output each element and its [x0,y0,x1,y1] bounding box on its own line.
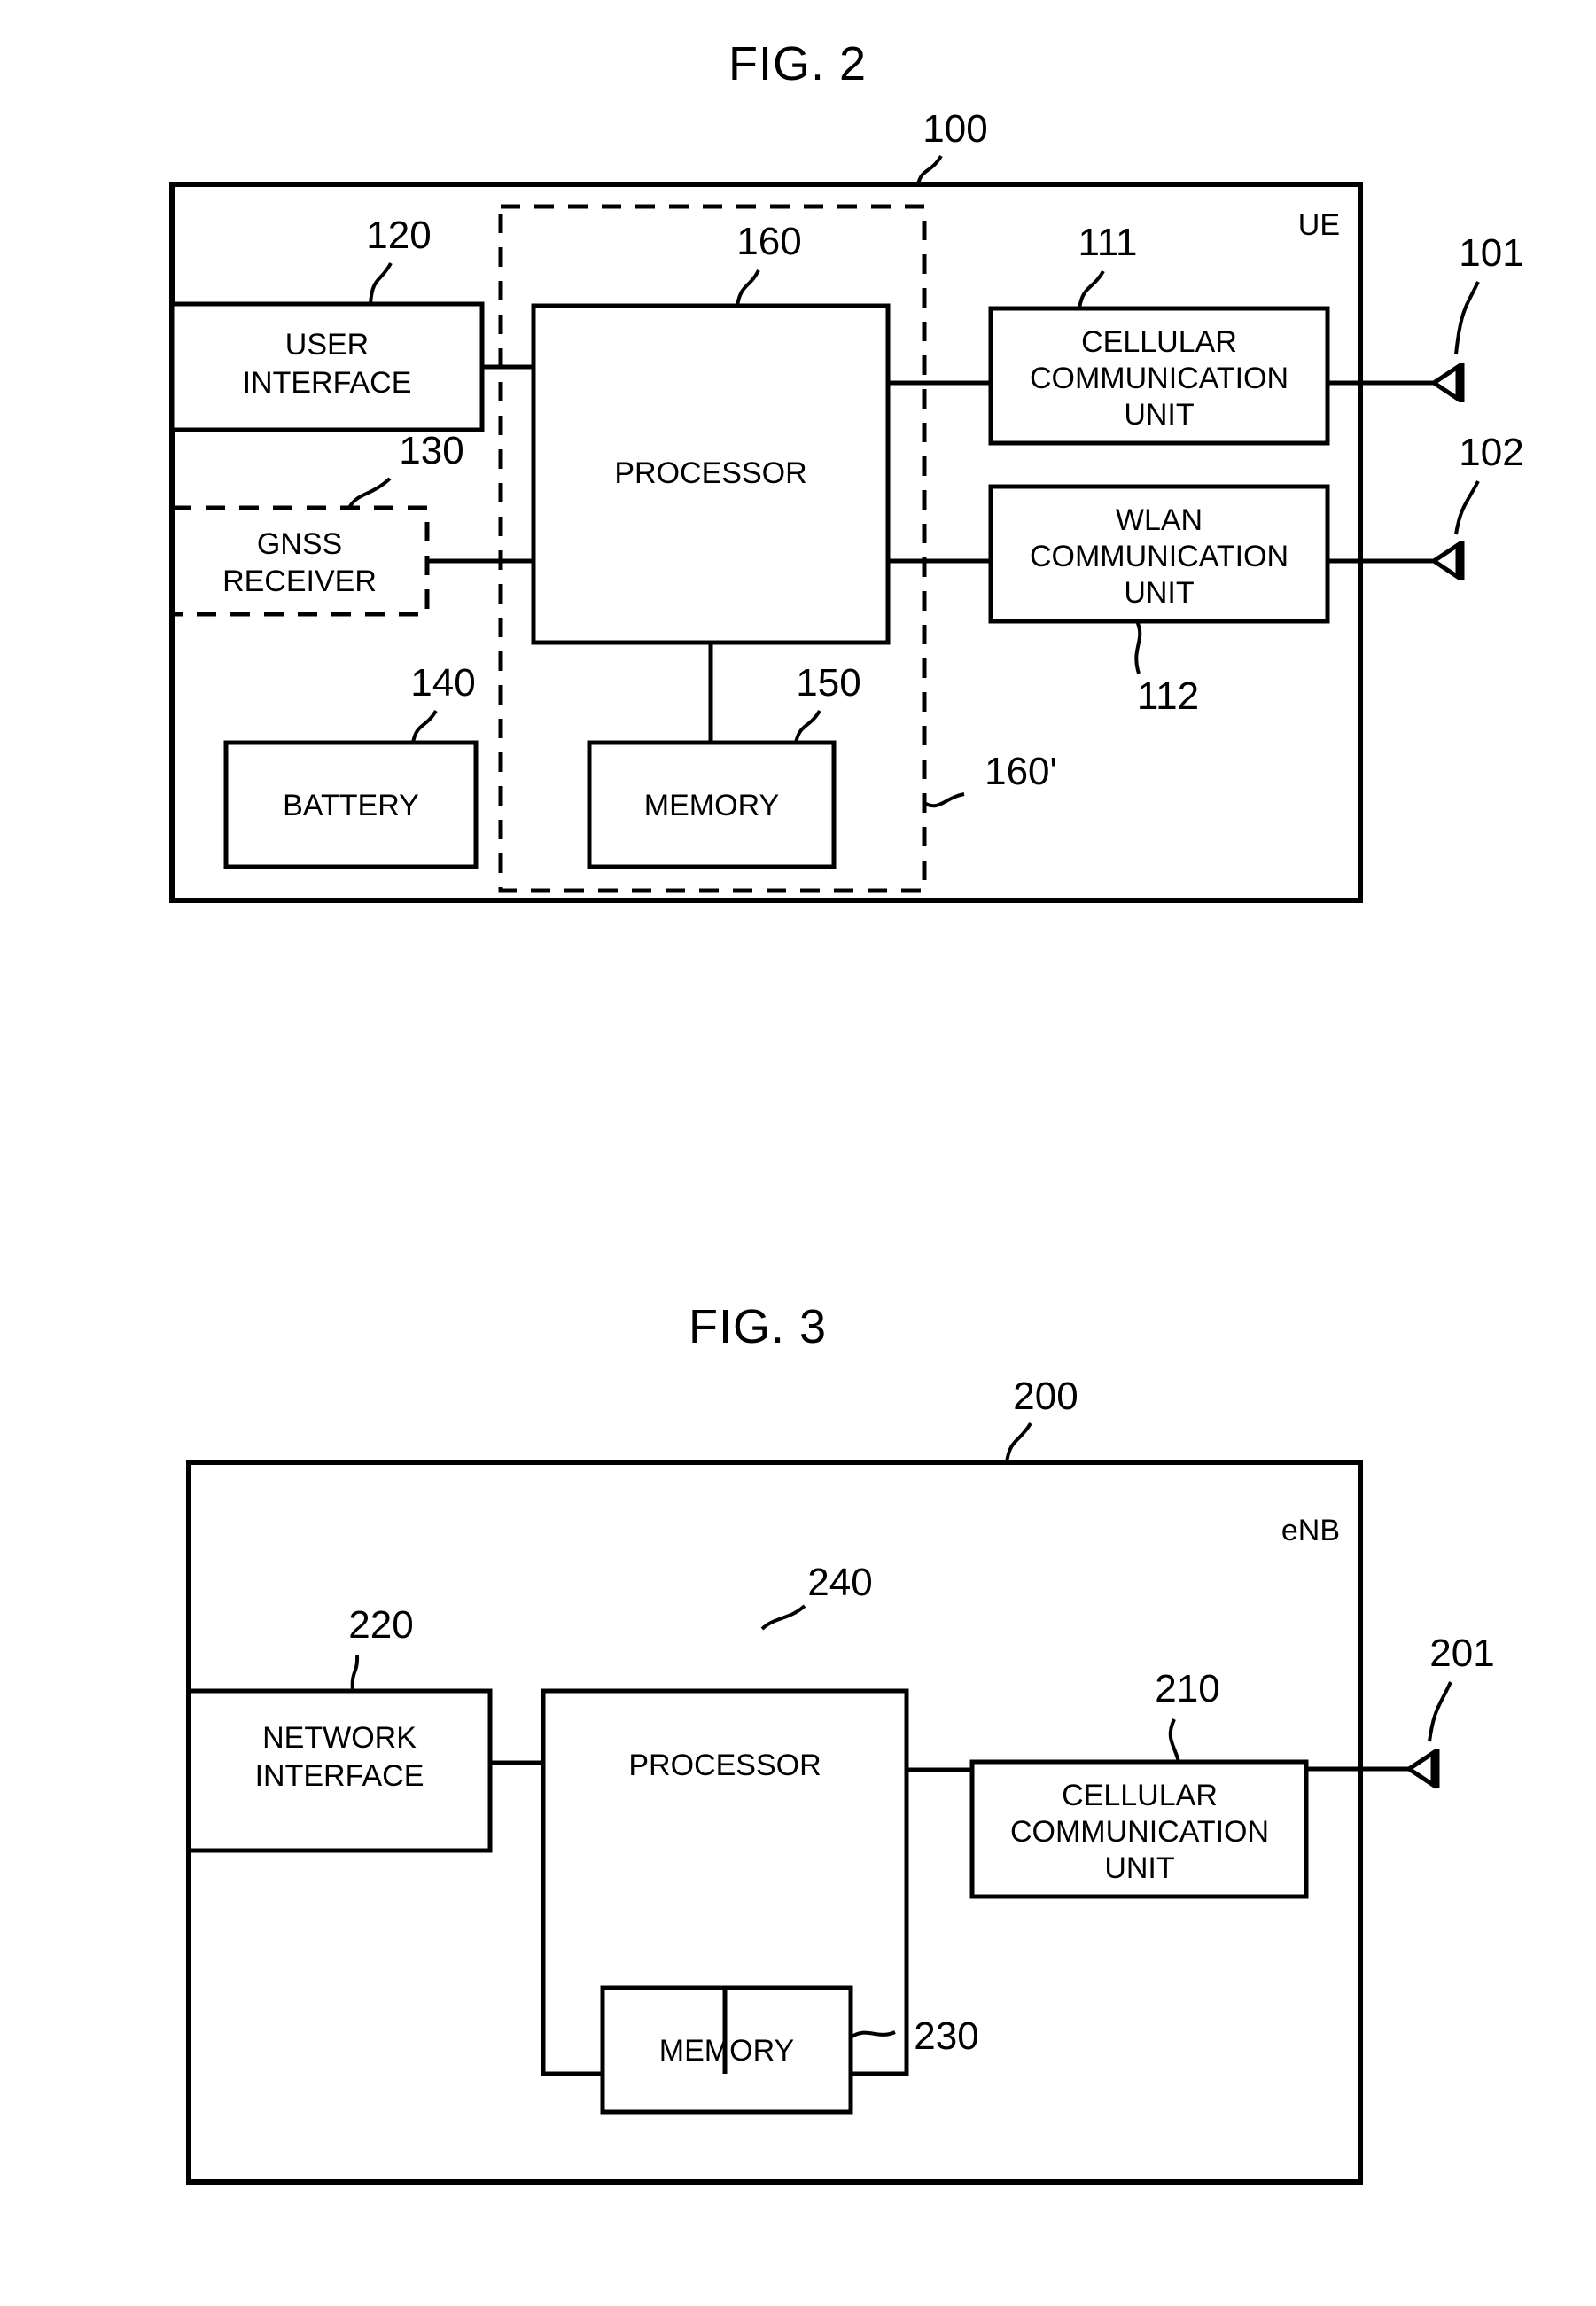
fig2-cellular-line3: UNIT [1124,398,1194,432]
fig3-leader-201 [1428,1681,1452,1742]
fig2-leader-100 [916,154,943,185]
fig2-cellular-line1: CELLULAR [1081,325,1237,359]
fig2-title: FIG. 2 [728,37,867,90]
fig3-ref-200: 200 [1013,1375,1078,1418]
fig2-ref-150: 150 [796,661,860,705]
fig2-ref-140: 140 [410,661,475,705]
fig2-gnss-line1: GNSS [257,527,342,561]
fig3-cellular-line3: UNIT [1104,1851,1174,1885]
fig3-ref-220: 220 [348,1603,413,1647]
fig2-cellular-line2: COMMUNICATION [1030,362,1288,395]
drawing-canvas: FIG. 2 100 UE 160' 120 USER INTERFACE 13… [169,37,1524,2185]
fig2-leader-102 [1454,480,1480,535]
fig2-ref-100: 100 [923,107,987,151]
fig3-ref-230: 230 [914,2014,978,2058]
fig2-ref-160: 160 [736,220,801,263]
fig2-cellular-antenna-icon [1429,362,1465,403]
fig2-wlan-line3: UNIT [1124,576,1194,610]
fig3-ref-240: 240 [807,1561,872,1604]
fig2-ref-120: 120 [366,214,431,257]
fig3-network-interface-line1: NETWORK [262,1721,417,1755]
fig2-wlan-line1: WLAN [1116,503,1203,537]
fig2-memory-label: MEMORY [644,789,779,822]
fig2-ref-160-prime: 160' [985,750,1057,793]
fig2-ue-label: UE [1298,208,1340,242]
fig3-ref-210: 210 [1155,1667,1219,1710]
figure-2: FIG. 2 100 UE 160' 120 USER INTERFACE 13… [169,37,1524,903]
fig3-network-interface-line2: INTERFACE [255,1759,424,1793]
fig3-ref-201: 201 [1429,1632,1494,1675]
fig2-gnss-line2: RECEIVER [222,565,377,598]
fig3-cellular-antenna-icon [1405,1749,1440,1789]
fig3-processor-label: PROCESSOR [628,1749,821,1782]
fig2-wlan-antenna-icon [1429,541,1465,581]
figure-3: FIG. 3 200 eNB 220 NETWORK INTERFACE 240… [186,1300,1495,2185]
fig2-user-interface-line2: INTERFACE [243,366,412,400]
fig3-cellular-line1: CELLULAR [1062,1779,1218,1812]
fig2-leader-101 [1454,281,1480,355]
patent-drawing-sheet: FIG. 2 100 UE 160' 120 USER INTERFACE 13… [0,0,1596,2306]
fig2-ref-101: 101 [1459,231,1523,275]
fig3-title: FIG. 3 [689,1300,827,1353]
fig3-cellular-line2: COMMUNICATION [1010,1815,1269,1849]
fig2-battery-label: BATTERY [283,789,419,822]
fig2-ref-102: 102 [1459,431,1523,474]
fig3-enb-label: eNB [1281,1514,1340,1547]
fig3-leader-200 [1005,1422,1032,1463]
fig2-processor-label: PROCESSOR [614,456,806,490]
fig2-ref-112: 112 [1137,674,1199,718]
fig2-wlan-line2: COMMUNICATION [1030,540,1288,573]
fig2-user-interface-line1: USER [285,328,369,362]
fig2-ref-111: 111 [1078,221,1138,264]
fig2-ref-130: 130 [399,429,463,472]
